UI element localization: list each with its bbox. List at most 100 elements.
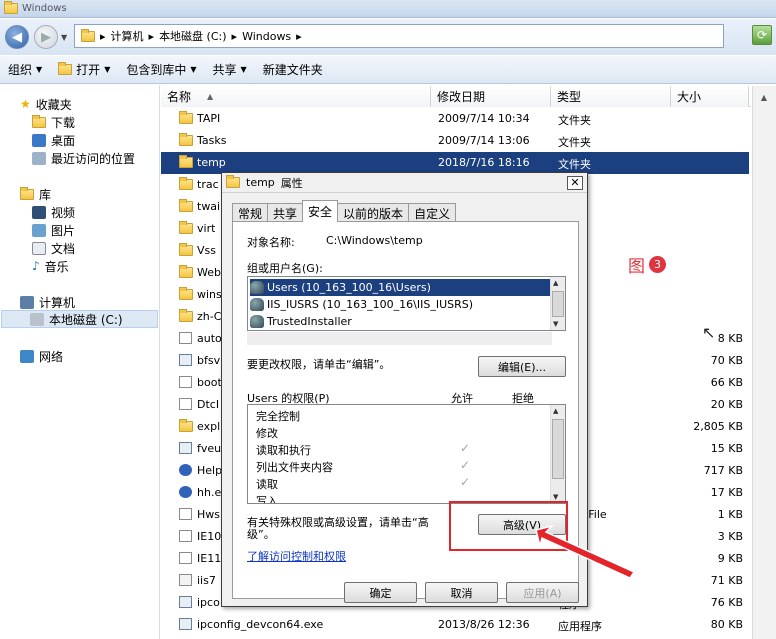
- file-name: auto: [197, 332, 222, 345]
- file-modified: 2018/7/16 18:16: [438, 156, 530, 169]
- new-folder-button[interactable]: 新建文件夹: [255, 58, 331, 82]
- permissions-list[interactable]: 完全控制 修改 读取和执行 ✓ 列出文件夹内容 ✓ 读取 ✓ 写入 ▲ ▼: [247, 404, 566, 504]
- nav-desktop[interactable]: 桌面: [32, 131, 75, 149]
- nav-computer[interactable]: 计算机: [20, 293, 75, 311]
- sort-up-icon: ▲: [207, 92, 214, 101]
- recent-pages-dropdown[interactable]: ▼: [61, 33, 67, 42]
- file-size: 8 KB: [717, 332, 743, 345]
- nav-videos[interactable]: 视频: [32, 203, 75, 221]
- scroll-up-icon[interactable]: ▲: [553, 279, 558, 287]
- scroll-thumb[interactable]: [552, 291, 564, 317]
- file-size: 3 KB: [717, 530, 743, 543]
- file-name: ipco: [197, 596, 220, 609]
- file-modified: 2013/8/26 12:36: [438, 618, 530, 631]
- file-name: temp: [197, 156, 226, 169]
- nav-recent[interactable]: 最近访问的位置: [32, 149, 135, 167]
- group-iis-iusrs[interactable]: IIS_IUSRS (10_163_100_16\IIS_IUSRS): [250, 296, 473, 313]
- file-list-scrollbar[interactable]: ▲: [752, 86, 776, 639]
- cancel-button[interactable]: 取消: [425, 582, 498, 603]
- ok-button[interactable]: 确定: [344, 582, 417, 603]
- file-size: 76 KB: [710, 596, 743, 609]
- column-size[interactable]: 大小: [671, 86, 749, 107]
- user-group-icon: [250, 298, 264, 311]
- forward-button[interactable]: ▶: [34, 25, 58, 49]
- refresh-button[interactable]: ⟳: [752, 25, 772, 45]
- file-name: twai: [197, 200, 221, 213]
- breadcrumb-local-disk[interactable]: 本地磁盘 (C:): [159, 28, 226, 44]
- music-icon: ♪: [32, 259, 40, 273]
- command-toolbar: 组织 ▼ 打开 ▼ 包含到库中 ▼ 共享 ▼ 新建文件夹: [0, 56, 776, 84]
- apply-button[interactable]: 应用(A): [506, 582, 579, 603]
- chevron-down-icon: ▼: [36, 65, 43, 74]
- open-button[interactable]: 打开 ▼: [50, 58, 118, 82]
- group-users[interactable]: Users (10_163_100_16\Users): [250, 279, 550, 296]
- column-name[interactable]: 名称 ▲: [161, 86, 431, 107]
- access-control-help-link[interactable]: 了解访问控制和权限: [247, 548, 346, 564]
- nav-documents[interactable]: 文档: [32, 239, 75, 257]
- permission-name: 写入: [256, 495, 278, 504]
- edit-button[interactable]: 编辑(E)...: [478, 356, 566, 377]
- groups-scrollbar[interactable]: ▲ ▼: [550, 277, 565, 330]
- nav-pictures[interactable]: 图片: [32, 221, 75, 239]
- column-modified[interactable]: 修改日期: [431, 86, 551, 107]
- folder-icon: [179, 243, 193, 256]
- scroll-down-icon[interactable]: ▼: [553, 493, 558, 501]
- scroll-thumb[interactable]: [552, 419, 564, 479]
- file-row[interactable]: Tasks 2009/7/14 13:06 文件夹: [161, 130, 749, 152]
- include-in-library-button[interactable]: 包含到库中 ▼: [118, 58, 204, 82]
- file-name: virt: [197, 222, 216, 235]
- downloads-folder-icon: [32, 114, 46, 128]
- drive-icon: [30, 312, 44, 326]
- group-trustedinstaller[interactable]: TrustedInstaller: [250, 313, 352, 330]
- folder-icon: [179, 177, 193, 190]
- tab-customize[interactable]: 自定义: [408, 203, 457, 222]
- column-type[interactable]: 类型: [551, 86, 671, 107]
- organize-button[interactable]: 组织 ▼: [0, 58, 50, 82]
- permission-name: 读取: [256, 478, 278, 491]
- tab-previous-versions[interactable]: 以前的版本: [337, 203, 410, 222]
- navigation-bar: ◀ ▶ ▼ ▸ 计算机 ▸ 本地磁盘 (C:) ▸ Windows ▸ ⟳: [0, 19, 776, 55]
- figure-annotation: 图 3: [628, 252, 666, 277]
- scroll-down-icon[interactable]: ▼: [553, 320, 558, 328]
- chevron-down-icon: ▼: [190, 65, 197, 74]
- window-title: Windows: [22, 3, 67, 14]
- change-permissions-hint: 要更改权限，请单击“编辑”。: [247, 358, 391, 371]
- dialog-title-bar: temp 属性: [222, 173, 587, 193]
- file-row[interactable]: temp 2018/7/16 18:16 文件夹: [161, 152, 749, 174]
- permission-name: 列出文件夹内容: [256, 461, 333, 474]
- tab-security[interactable]: 安全: [302, 200, 339, 222]
- breadcrumb-computer[interactable]: 计算机: [111, 28, 144, 44]
- allow-check-icon: ✓: [460, 441, 471, 455]
- groups-list[interactable]: Users (10_163_100_16\Users) IIS_IUSRS (1…: [247, 276, 566, 331]
- back-button[interactable]: ◀: [5, 25, 29, 49]
- file-row[interactable]: ipconfig_devcon64.exe 2013/8/26 12:36 应用程序…: [161, 614, 749, 636]
- nav-downloads[interactable]: 下载: [32, 113, 75, 131]
- nav-network[interactable]: 网络: [20, 347, 63, 365]
- tab-general[interactable]: 常规: [232, 203, 269, 222]
- close-icon[interactable]: ✕: [567, 176, 583, 190]
- file-type: 应用程序: [558, 620, 602, 633]
- groups-hscroll[interactable]: [247, 332, 552, 345]
- file-icon: [179, 552, 192, 564]
- file-row[interactable]: TAPI 2009/7/14 10:34 文件夹: [161, 108, 749, 130]
- file-name: wins: [197, 288, 222, 301]
- permissions-scrollbar[interactable]: ▲ ▼: [550, 405, 565, 503]
- folder-icon: [179, 265, 193, 278]
- nav-libraries[interactable]: 库: [20, 185, 51, 203]
- tab-sharing[interactable]: 共享: [267, 203, 304, 222]
- chevron-down-icon: ▼: [104, 65, 111, 74]
- file-icon: [179, 332, 192, 344]
- file-name: Web: [197, 266, 221, 279]
- computer-icon: [20, 295, 34, 309]
- scroll-up-icon[interactable]: ▲: [553, 407, 558, 415]
- object-name-label: 对象名称:: [247, 236, 295, 249]
- nav-music[interactable]: ♪ 音乐: [32, 257, 69, 275]
- share-button[interactable]: 共享 ▼: [205, 58, 255, 82]
- breadcrumb-windows[interactable]: Windows: [242, 30, 291, 43]
- nav-favorites[interactable]: ★ 收藏夹: [20, 95, 72, 113]
- folder-icon: [179, 287, 193, 300]
- address-bar[interactable]: ▸ 计算机 ▸ 本地磁盘 (C:) ▸ Windows ▸: [74, 24, 724, 48]
- nav-local-disk[interactable]: 本地磁盘 (C:): [1, 310, 158, 328]
- folder-icon: [179, 155, 193, 168]
- scroll-up-icon[interactable]: ▲: [756, 89, 772, 105]
